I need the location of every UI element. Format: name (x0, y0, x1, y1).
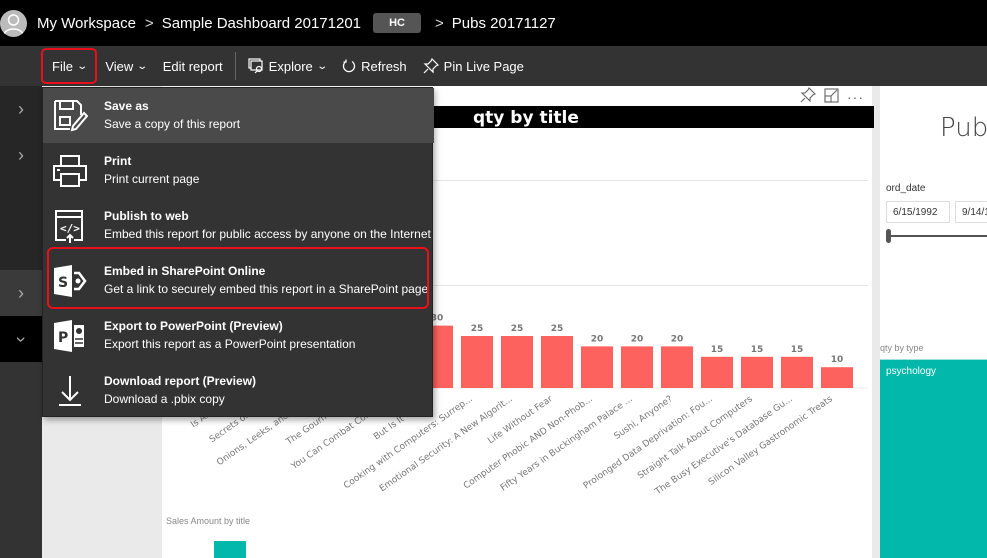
file-menu-button[interactable]: File ⌄ (41, 48, 98, 84)
file-label: File (52, 58, 73, 74)
menu-item-print[interactable]: Print Print current page (43, 143, 434, 198)
refresh-label: Refresh (361, 58, 407, 74)
nav-expand-3[interactable]: › (0, 270, 42, 316)
explore-icon (248, 58, 263, 74)
chevron-down-icon: ⌄ (136, 60, 149, 72)
treemap-title: qty by type (880, 343, 924, 353)
left-nav: › › › › (0, 86, 42, 558)
visual-header-icons: ··· (800, 87, 864, 106)
pin-visual-icon[interactable] (800, 87, 816, 106)
slicer-end-date[interactable]: 9/14/1994 (955, 201, 987, 223)
pin-live-page-label: Pin Live Page (443, 58, 524, 74)
menu-item-description: Download a .pbix copy (104, 392, 225, 406)
chevron-right-icon: › (18, 282, 24, 303)
embed-sharepoint-highlight (47, 247, 429, 309)
date-slider-handle[interactable] (886, 229, 891, 243)
nav-expand-1[interactable]: › (0, 86, 42, 132)
print-icon (53, 155, 87, 187)
slicer-label: ord_date (886, 183, 926, 194)
more-options-icon[interactable]: ··· (847, 89, 864, 105)
refresh-button[interactable]: Refresh (334, 52, 415, 80)
view-label: View (105, 58, 134, 74)
page-title: Pubs (940, 113, 987, 143)
hc-badge: HC (373, 13, 422, 33)
menu-item-title: Export to PowerPoint (Preview) (104, 319, 283, 333)
menu-item-description: Embed this report for public access by a… (104, 227, 431, 241)
menu-item-title: Publish to web (104, 209, 189, 223)
chart-title: qty by title (473, 108, 579, 128)
breadcrumb-workspace[interactable]: My Workspace (37, 15, 136, 32)
treemap-tile-psychology[interactable]: psychology (880, 359, 987, 558)
menu-item-title: Save as (104, 99, 149, 113)
view-menu-button[interactable]: View ⌄ (97, 52, 154, 80)
menu-item-publish-to-web[interactable]: </> Publish to web Embed this report for… (43, 198, 434, 253)
chevron-right-icon: › (18, 98, 24, 119)
breadcrumb-separator: > (144, 14, 154, 32)
svg-text:P: P (58, 330, 68, 346)
chevron-down-icon: › (11, 336, 32, 342)
explore-menu-button[interactable]: Explore ⌄ (240, 52, 334, 80)
toolbar-divider (234, 52, 236, 80)
edit-report-button[interactable]: Edit report (155, 52, 231, 80)
menu-item-save-as[interactable]: Save as Save a copy of this report (43, 88, 434, 143)
menu-item-title: Print (104, 154, 132, 168)
menu-item-description: Save a copy of this report (104, 117, 241, 131)
menu-item-export-powerpoint[interactable]: P Export to PowerPoint (Preview) Export … (43, 308, 434, 363)
svg-text:</>: </> (60, 222, 80, 235)
powerpoint-icon: P (54, 320, 84, 352)
refresh-icon (342, 59, 356, 73)
nav-collapse[interactable]: › (0, 316, 42, 362)
nav-expand-2[interactable]: › (0, 132, 42, 178)
report-toolbar: File ⌄ View ⌄ Edit report Explore ⌄ Refr… (0, 46, 987, 86)
date-slider-track[interactable] (888, 235, 987, 237)
breadcrumb-separator: > (435, 14, 444, 32)
download-icon (59, 376, 81, 406)
chevron-down-icon: ⌄ (76, 60, 89, 72)
focus-mode-icon[interactable] (824, 87, 839, 106)
chevron-right-icon: › (18, 144, 24, 165)
menu-item-description: Export this report as a PowerPoint prese… (104, 337, 356, 351)
breadcrumb-dashboard[interactable]: Sample Dashboard 20171201 (162, 15, 361, 32)
edit-report-label: Edit report (162, 58, 223, 74)
file-dropdown-menu: Save as Save a copy of this report Print… (42, 87, 434, 418)
sales-bar[interactable] (214, 541, 246, 558)
sales-chart-title: Sales Amount by title (166, 516, 251, 526)
pin-icon (423, 58, 439, 74)
chevron-down-icon: ⌄ (316, 60, 328, 72)
avatar[interactable] (0, 9, 27, 37)
publish-web-icon: </> (55, 210, 83, 243)
explore-label: Explore (268, 58, 313, 74)
pin-live-page-button[interactable]: Pin Live Page (415, 52, 532, 80)
menu-item-description: Print current page (104, 172, 200, 186)
slicer-start-date[interactable]: 6/15/1992 (886, 201, 950, 223)
treemap-tile-label: psychology (886, 366, 937, 377)
top-header: My Workspace > Sample Dashboard 20171201… (0, 0, 987, 46)
nav-spacer (0, 178, 42, 270)
breadcrumb-report[interactable]: Pubs 20171127 (452, 15, 556, 32)
menu-item-download-report[interactable]: Download report (Preview) Download a .pb… (43, 363, 434, 418)
save-as-icon (54, 100, 88, 132)
user-icon (3, 13, 24, 35)
menu-item-title: Download report (Preview) (104, 374, 257, 388)
